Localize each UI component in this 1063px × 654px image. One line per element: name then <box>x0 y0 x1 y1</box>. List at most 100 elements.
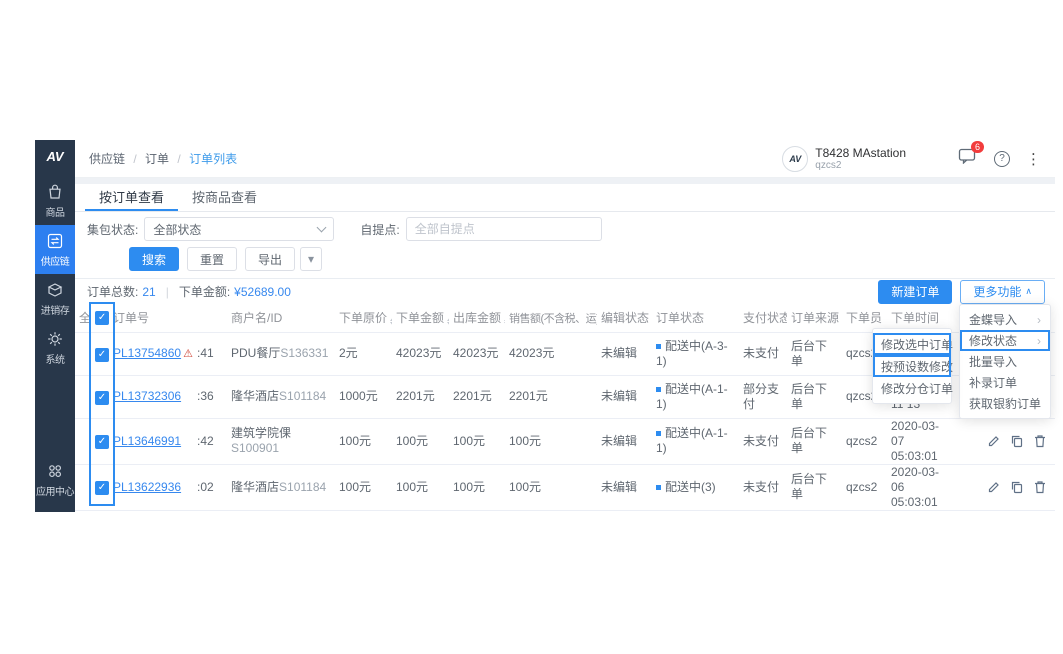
cell-time-fragment: :36 <box>193 375 227 418</box>
cell-order-status: 配送中(3) <box>652 464 739 510</box>
menu-item-supplement-order[interactable]: 补录订单 <box>960 372 1050 393</box>
header-order-amount: 下单金额 <box>392 304 449 332</box>
tab-view-by-product[interactable]: 按商品查看 <box>178 184 271 211</box>
modify-status-submenu: 修改选中订单 按预设数修改 修改分仓订单 <box>872 328 952 404</box>
row-select-cell <box>75 332 109 375</box>
edit-icon[interactable] <box>987 434 1001 448</box>
cell-actions <box>955 464 1055 510</box>
message-icon[interactable]: 6 <box>958 148 976 169</box>
export-button[interactable]: 导出 <box>245 247 295 271</box>
tab-bar: 按订单查看 按商品查看 <box>75 184 1055 212</box>
cell-order-amount: 100元 <box>392 418 449 464</box>
header-edit-status: 编辑状态 <box>597 304 652 332</box>
cell-sales: 100元 <box>505 418 597 464</box>
cell-clerk: qzcs2 <box>842 464 887 510</box>
cell-pay-status: 部分支付 <box>739 375 787 418</box>
cell-original-price: 1000元 <box>335 375 392 418</box>
header-order-status: 订单状态 <box>652 304 739 332</box>
header-order-no: 订单号 <box>109 304 193 332</box>
row-checkbox[interactable] <box>95 481 109 495</box>
menu-item-fetch-pospal-orders[interactable]: 获取银豹订单 <box>960 393 1050 414</box>
sidebar-item-goods[interactable]: 商品 <box>35 176 75 225</box>
sort-icon[interactable] <box>504 317 505 326</box>
help-icon[interactable]: ? <box>994 151 1010 167</box>
order-link[interactable]: PL13754860 <box>113 346 181 360</box>
sidebar-item-app-center[interactable]: 应用中心 <box>35 455 75 504</box>
app-window: AV 商品 供应链 进销存 系统 应用中心 供应链 / 订单 / 订单列表 <box>35 140 1055 512</box>
more-functions-button[interactable]: 更多功能∧ <box>960 280 1045 304</box>
copy-icon[interactable] <box>1010 480 1024 494</box>
user-name: T8428 MAstation <box>815 147 906 160</box>
package-status-select[interactable]: 全部状态 <box>144 217 334 241</box>
sidebar-item-system[interactable]: 系统 <box>35 323 75 372</box>
warning-icon: ⚠ <box>183 348 193 360</box>
cell-time-fragment: :02 <box>193 464 227 510</box>
row-checkbox[interactable] <box>95 391 109 405</box>
header-merchant: 商户名/ID <box>227 304 335 332</box>
table-row: PL13646991 :42 建筑学院倮S100901 100元 100元 10… <box>75 418 1055 464</box>
separator: | <box>166 285 169 299</box>
content-area: 按订单查看 按商品查看 集包状态: 全部状态 自提点: 搜索 重置 导出 ▾ 订… <box>75 178 1055 512</box>
cell-merchant: 隆华酒店S101184 <box>227 464 335 510</box>
sort-icon[interactable] <box>447 317 449 326</box>
cell-order-no: PL13646991 <box>109 418 193 464</box>
summary-row: 订单总数: 21 | 下单金额: ¥52689.00 新建订单 更多功能∧ <box>75 278 1055 304</box>
submenu-arrow-icon: › <box>1037 313 1041 327</box>
sort-icon[interactable] <box>390 317 392 326</box>
row-checkbox[interactable] <box>95 348 109 362</box>
submenu-item-modify-by-preset[interactable]: 按预设数修改 <box>873 355 951 377</box>
app-center-icon <box>46 462 64 480</box>
menu-item-kingdee-import[interactable]: 金蝶导入› <box>960 309 1050 330</box>
order-link[interactable]: PL13622936 <box>113 480 181 494</box>
table-row: PL13622936 :02 隆华酒店S101184 100元 100元 100… <box>75 464 1055 510</box>
inventory-icon <box>46 281 64 299</box>
status-dot <box>656 344 661 349</box>
pickup-point-input[interactable] <box>406 217 602 241</box>
select-all-label: 全 <box>79 309 91 326</box>
tab-view-by-order[interactable]: 按订单查看 <box>85 184 178 211</box>
submenu-item-modify-selected-orders[interactable]: 修改选中订单 <box>873 333 951 355</box>
cell-outbound-amount: 42023元 <box>449 332 505 375</box>
reset-button[interactable]: 重置 <box>187 247 237 271</box>
menu-item-modify-status[interactable]: 修改状态› <box>960 330 1050 351</box>
cell-sales: 2201元 <box>505 375 597 418</box>
breadcrumb-orders[interactable]: 订单 <box>145 152 169 166</box>
cell-order-amount: 2201元 <box>392 375 449 418</box>
cell-source: 后台下单 <box>787 332 842 375</box>
cell-merchant: PDU餐厅S136331 <box>227 332 335 375</box>
sidebar-item-supply-chain[interactable]: 供应链 <box>35 225 75 274</box>
breadcrumb-supply-chain[interactable]: 供应链 <box>89 152 125 166</box>
action-buttons-row: 搜索 重置 导出 ▾ <box>75 248 1055 270</box>
topbar: 供应链 / 订单 / 订单列表 AV T8428 MAstation qzcs2… <box>75 140 1055 178</box>
more-dots-icon[interactable]: ⋮ <box>1026 150 1041 168</box>
edit-icon[interactable] <box>987 480 1001 494</box>
status-dot <box>656 431 661 436</box>
delete-icon[interactable] <box>1033 434 1047 448</box>
cell-order-amount: 42023元 <box>392 332 449 375</box>
order-link[interactable]: PL13646991 <box>113 434 181 448</box>
header-time-fragment <box>193 304 227 332</box>
search-button[interactable]: 搜索 <box>129 247 179 271</box>
sidebar-item-inventory[interactable]: 进销存 <box>35 274 75 323</box>
row-select-cell <box>75 375 109 418</box>
topbar-right: AV T8428 MAstation qzcs2 6 ? ⋮ <box>782 146 1041 172</box>
submenu-item-modify-warehouse-orders[interactable]: 修改分仓订单 <box>873 377 951 399</box>
filter-row: 集包状态: 全部状态 自提点: <box>75 218 1055 240</box>
row-checkbox[interactable] <box>95 435 109 449</box>
select-all-checkbox[interactable] <box>95 311 109 325</box>
new-order-button[interactable]: 新建订单 <box>878 280 952 304</box>
more-functions-menu: 金蝶导入› 修改状态› 批量导入 补录订单 获取银豹订单 <box>959 304 1051 419</box>
order-amount-value: ¥52689.00 <box>234 285 291 299</box>
cell-merchant: 建筑学院倮S100901 <box>227 418 335 464</box>
order-link[interactable]: PL13732306 <box>113 389 181 403</box>
chevron-up-icon: ∧ <box>1025 286 1032 297</box>
cell-source: 后台下单 <box>787 464 842 510</box>
delete-icon[interactable] <box>1033 480 1047 494</box>
export-dropdown-button[interactable]: ▾ <box>300 247 322 271</box>
copy-icon[interactable] <box>1010 434 1024 448</box>
menu-item-batch-import[interactable]: 批量导入 <box>960 351 1050 372</box>
breadcrumb: 供应链 / 订单 / 订单列表 <box>89 150 237 167</box>
user-menu[interactable]: T8428 MAstation qzcs2 <box>815 147 906 171</box>
status-dot <box>656 485 661 490</box>
cell-order-time: 2020-03-06 05:03:01 <box>887 464 955 510</box>
